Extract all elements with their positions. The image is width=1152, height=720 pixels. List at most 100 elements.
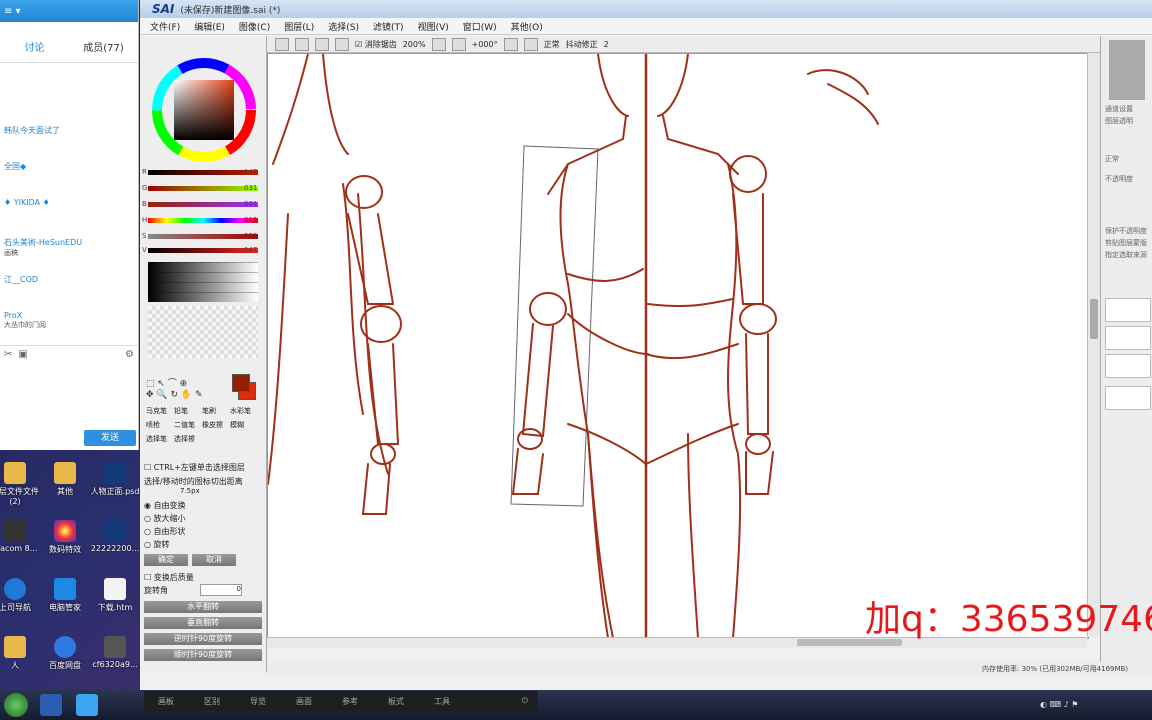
tray-icons[interactable]: ◐ ⌨ ♪ ⚑ — [1040, 700, 1078, 709]
menu-other[interactable]: 其他(O) — [511, 20, 543, 33]
rotate-cw-button[interactable]: 顺时针90度旋转 — [144, 649, 262, 661]
canvas-tab[interactable]: 区别 — [204, 696, 220, 707]
layer-label[interactable]: 正常 — [1105, 154, 1119, 164]
rotate-angle-input[interactable]: 0 — [200, 584, 242, 596]
taskbar-app-icon[interactable] — [40, 694, 62, 716]
slider-v[interactable] — [148, 248, 258, 253]
tool-pencil[interactable]: 铅笔 — [174, 406, 200, 416]
stabilizer-value[interactable]: 2 — [604, 40, 609, 49]
flip-horizontal-button[interactable]: 水平翻转 — [144, 601, 262, 613]
view-tools[interactable]: ✥ 🔍 ↻ ✋ ✎ — [146, 390, 202, 400]
layer-item[interactable] — [1105, 326, 1151, 350]
canvas-tab[interactable]: 导览 — [250, 696, 266, 707]
cancel-button[interactable]: 取消 — [192, 554, 236, 566]
desktop-icon[interactable]: 上司导航 — [0, 578, 40, 613]
member-item[interactable]: 江__COD — [4, 274, 38, 285]
vertical-scrollbar[interactable] — [1087, 53, 1100, 637]
menu-image[interactable]: 图像(C) — [239, 20, 270, 33]
tab-discuss[interactable]: 讨论 — [0, 36, 69, 62]
menu-edit[interactable]: 编辑(E) — [194, 20, 225, 33]
desktop-icon[interactable]: 人物正面.psd — [90, 462, 140, 497]
canvas-tab[interactable]: 画板 — [158, 696, 174, 707]
start-button-icon[interactable] — [4, 693, 28, 717]
canvas-tab[interactable]: 画面 — [296, 696, 312, 707]
desktop-icon[interactable]: 图层文件文件(2) — [0, 462, 40, 506]
chat-menu-icon[interactable]: ≡ ▾ — [4, 6, 21, 17]
swatch-grid[interactable] — [148, 306, 258, 358]
toolbar-button[interactable] — [295, 37, 309, 51]
member-item[interactable]: ♦ YIKIDA ♦ — [4, 198, 50, 207]
antialias-checkbox[interactable]: ☑ 消除锯齿 — [355, 39, 397, 50]
move-hint-value[interactable]: 7.5px — [180, 487, 200, 495]
tool-select-eraser[interactable]: 选择擦 — [174, 434, 200, 444]
rotate-button[interactable] — [503, 37, 518, 51]
menu-window[interactable]: 窗口(W) — [463, 20, 497, 33]
desktop-icon[interactable]: 其他 — [40, 462, 90, 497]
tool-airbrush[interactable]: 喷枪 — [146, 420, 172, 430]
layer-checkbox[interactable]: 保护不透明度 — [1105, 226, 1147, 236]
toolbar-button[interactable] — [275, 37, 289, 51]
send-button[interactable]: 发送 — [84, 430, 136, 446]
navigator-preview[interactable] — [1109, 40, 1145, 100]
desktop-icon[interactable]: 数码特效 — [40, 520, 90, 555]
canvas-tab[interactable]: 工具 — [434, 696, 450, 707]
member-item[interactable]: 全国◆ — [4, 161, 26, 172]
zoom-in-button[interactable] — [451, 37, 466, 51]
tab-members[interactable]: 成员(77) — [69, 36, 138, 62]
canvas-tab[interactable]: 板式 — [388, 696, 404, 707]
member-item[interactable]: 石头美術-HeSunEDU 画稿 — [4, 237, 82, 258]
desktop-icon[interactable]: cf6320a9... — [90, 636, 140, 669]
desktop-icon[interactable]: 下载.htm — [90, 578, 140, 613]
scrollbar-thumb[interactable] — [1090, 299, 1098, 339]
rotate-button[interactable] — [523, 37, 538, 51]
zoom-out-button[interactable] — [431, 37, 446, 51]
scissors-icon[interactable]: ✂ — [4, 349, 12, 360]
tool-binary[interactable]: 二值笔 — [174, 420, 200, 430]
desktop-icon[interactable]: 电脑管家 — [40, 578, 90, 613]
color-wheel[interactable] — [150, 56, 258, 164]
member-item[interactable]: ProX 大丛巾的门阅 — [4, 311, 46, 330]
toolbar-button[interactable] — [315, 37, 329, 51]
tool-select-pen[interactable]: 选择笔 — [146, 434, 172, 444]
angle-field[interactable]: +000° — [472, 40, 498, 49]
radio-free-transform[interactable]: ◉ 自由变换 — [144, 500, 186, 511]
radio-rotate[interactable]: ○ 旋转 — [144, 539, 170, 550]
tool-watercolor[interactable]: 水彩笔 — [230, 406, 256, 416]
desktop-icon[interactable]: 人 — [0, 636, 40, 671]
grayscale-palette[interactable] — [148, 262, 258, 302]
member-item[interactable]: 韩队今天面试了 — [4, 125, 60, 136]
settings-gear-icon[interactable]: ⚙ — [125, 349, 134, 360]
flip-vertical-button[interactable]: 垂直翻转 — [144, 617, 262, 629]
layer-item[interactable] — [1105, 354, 1151, 378]
menu-view[interactable]: 视图(V) — [418, 20, 449, 33]
image-icon[interactable]: ▣ — [18, 349, 27, 360]
menu-layer[interactable]: 图层(L) — [284, 20, 314, 33]
desktop-icon[interactable]: 百度网盘 — [40, 636, 90, 671]
desktop-icon[interactable]: Wacom 8... — [0, 520, 40, 553]
layer-checkbox[interactable]: 指定选取来源 — [1105, 250, 1147, 260]
tool-blur[interactable]: 模糊 — [230, 420, 256, 430]
layer-checkbox[interactable]: 剪贴图层蒙版 — [1105, 238, 1147, 248]
canvas-tab[interactable]: 参考 — [342, 696, 358, 707]
slider-b[interactable] — [148, 202, 258, 207]
toolbar-button[interactable] — [335, 37, 349, 51]
slider-h[interactable] — [148, 218, 258, 223]
blend-mode-label[interactable]: 正常 — [544, 39, 560, 50]
selection-tools[interactable]: ⬚ ↖ ⌒ ⊕ — [146, 376, 187, 389]
layer-item[interactable] — [1105, 386, 1151, 410]
menu-select[interactable]: 选择(S) — [328, 20, 359, 33]
radio-free-shape[interactable]: ○ 自由形状 — [144, 526, 186, 537]
tool-eraser[interactable]: 橡皮擦 — [202, 420, 228, 430]
layer-item[interactable] — [1105, 298, 1151, 322]
radio-scale[interactable]: ○ 放大缩小 — [144, 513, 186, 524]
desktop-icon[interactable]: 22222200... — [90, 520, 140, 553]
zoom-field[interactable]: 200% — [403, 40, 426, 49]
slider-r[interactable] — [148, 170, 258, 175]
rotate-ccw-button[interactable]: 逆时针90度旋转 — [144, 633, 262, 645]
slider-g[interactable] — [148, 186, 258, 191]
tool-brush[interactable]: 笔刷 — [202, 406, 228, 416]
slider-s[interactable] — [148, 234, 258, 239]
menu-file[interactable]: 文件(F) — [150, 20, 180, 33]
menu-filter[interactable]: 滤镜(T) — [373, 20, 404, 33]
quality-checkbox[interactable]: ☐ 变换后质量 — [144, 572, 194, 583]
